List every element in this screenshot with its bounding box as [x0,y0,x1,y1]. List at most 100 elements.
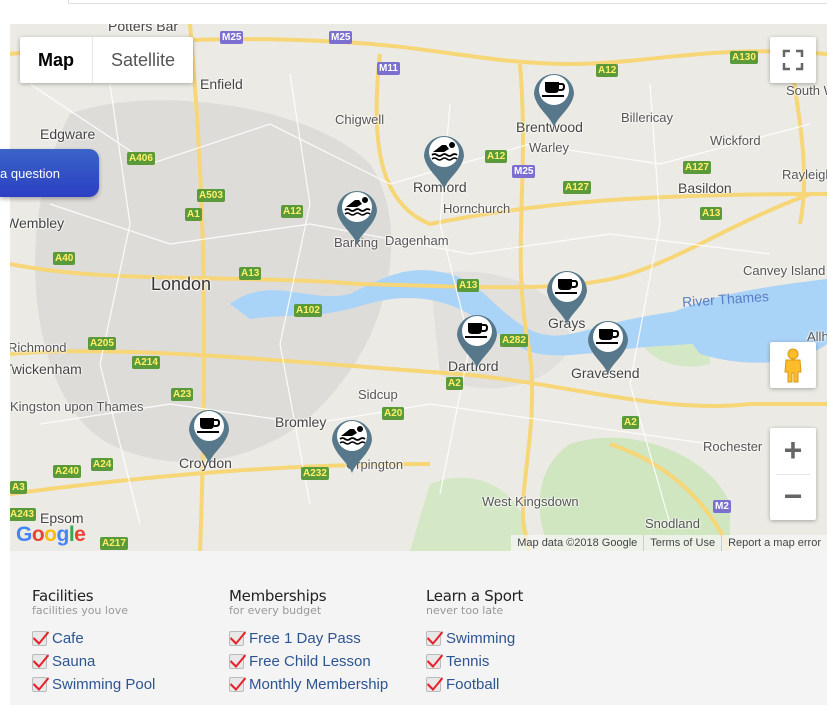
map-attribution: Map data ©2018 Google Terms of Use Repor… [511,535,827,551]
checkbox-checked-icon[interactable] [426,677,443,692]
map-marker-brentwood[interactable] [530,66,578,128]
road-shield: M25 [220,31,244,44]
road-shield: A217 [100,537,128,550]
road-shield: A24 [91,458,114,471]
filter-group-title: Learn a Sport [426,587,524,605]
fullscreen-button[interactable] [770,37,816,83]
map-marker-croydon[interactable] [185,402,233,464]
filter-item-label[interactable]: Sauna [52,653,95,670]
road-shield: A130 [730,51,758,64]
road-shield: A12 [485,150,508,163]
road-shield: A13 [457,279,480,292]
road-shield: A2 [446,377,463,390]
ask-question-label: a question [0,166,60,181]
road-shield: A240 [53,465,81,478]
map-type-control: Map Satellite [20,37,194,83]
map-type-map-button[interactable]: Map [20,37,93,83]
zoom-out-button[interactable]: − [770,474,816,520]
filter-item[interactable]: Swimming Pool [32,673,222,696]
filter-item[interactable]: Swimming [426,627,616,650]
checkbox-checked-icon[interactable] [426,654,443,669]
road-shield: A406 [127,152,155,165]
place-label: Wickford [710,133,761,148]
road-shield: A282 [500,334,528,347]
map-marker-orpington[interactable] [328,412,376,474]
filter-item-label[interactable]: Monthly Membership [249,676,388,693]
filter-item-label[interactable]: Swimming Pool [52,676,155,693]
road-shield: M25 [512,165,536,178]
filter-item[interactable]: Sauna [32,650,222,673]
zoom-in-button[interactable]: + [770,428,816,474]
road-shield: A232 [301,467,329,480]
ask-question-button[interactable]: a question [0,149,99,197]
filter-group-learn-a-sport: Learn a Sport never too late Swimming Tenni… [426,587,616,696]
filter-item-label[interactable]: Free Child Lesson [249,653,371,670]
map-marker-barking[interactable] [333,183,381,245]
filter-item[interactable]: Monthly Membership [229,673,419,696]
road-shield: A13 [239,267,262,280]
road-shield: A40 [53,252,76,265]
road-shield: A2 [622,416,639,429]
map-marker-romford[interactable] [420,128,468,190]
checkbox-checked-icon[interactable] [32,677,49,692]
terms-link[interactable]: Terms of Use [643,535,721,551]
road-shield: A243 [10,508,36,521]
place-label: Warley [529,140,569,155]
filter-item[interactable]: Free 1 Day Pass [229,627,419,650]
place-label: Wembley [10,215,65,231]
place-label: Kingston upon Thames [10,399,144,414]
place-label: Enfield [200,76,243,92]
report-error-link[interactable]: Report a map error [721,535,827,551]
checkbox-checked-icon[interactable] [229,677,246,692]
place-label: Basildon [678,180,732,196]
road-shield: M2 [713,500,731,513]
checkbox-checked-icon[interactable] [32,654,49,669]
search-field[interactable] [68,0,827,4]
filter-item-label[interactable]: Cafe [52,630,84,647]
map-type-satellite-button[interactable]: Satellite [93,37,193,83]
filter-group-subtitle: facilities you love [32,604,128,617]
street-view-button[interactable] [770,342,816,388]
place-label: Sidcup [358,387,398,402]
road-shield: A214 [132,356,160,369]
place-label: Billericay [621,110,674,125]
checkbox-checked-icon[interactable] [32,631,49,646]
place-label: Hornchurch [443,201,511,216]
road-shield: A1 [185,208,202,221]
place-label: West Kingsdown [482,494,579,509]
road-shield: A127 [563,181,591,194]
road-shield: A127 [683,161,711,174]
place-label: Dagenham [385,233,449,248]
filter-item[interactable]: Cafe [32,627,222,650]
filter-group-memberships: Memberships for every budget Free 1 Day Pa… [229,587,419,696]
filter-group-title: Facilities [32,587,94,605]
checkbox-checked-icon[interactable] [229,654,246,669]
place-label: Twickenham [10,361,82,377]
place-label: Bromley [275,414,327,430]
filter-item[interactable]: Football [426,673,616,696]
place-label: Potters Bar [108,24,179,34]
place-label: South Woodham Ferrers [786,83,827,98]
filter-item-label[interactable]: Free 1 Day Pass [249,630,361,647]
map-marker-gravesend[interactable] [584,313,632,375]
fullscreen-icon [782,49,804,71]
filter-item-label[interactable]: Swimming [446,630,515,647]
map-marker-dartford[interactable] [453,307,501,369]
road-shield: A23 [171,388,194,401]
place-label: Rochester [703,439,763,454]
street-view-pegman-icon [784,348,802,383]
map[interactable]: Potters Bar Enfield Chigwell Edgware Wem… [10,24,827,551]
place-label: Rayleigh [782,167,827,182]
road-shield: A205 [88,337,116,350]
filter-item-label[interactable]: Football [446,676,499,693]
road-shield: A13 [700,207,723,220]
filter-item-label[interactable]: Tennis [446,653,489,670]
filter-group-subtitle: for every budget [229,604,322,617]
checkbox-checked-icon[interactable] [426,631,443,646]
checkbox-checked-icon[interactable] [229,631,246,646]
filter-item[interactable]: Tennis [426,650,616,673]
road-shield: A102 [294,304,322,317]
road-shield: A12 [596,64,619,77]
filter-item[interactable]: Free Child Lesson [229,650,419,673]
place-label: London [151,274,212,294]
